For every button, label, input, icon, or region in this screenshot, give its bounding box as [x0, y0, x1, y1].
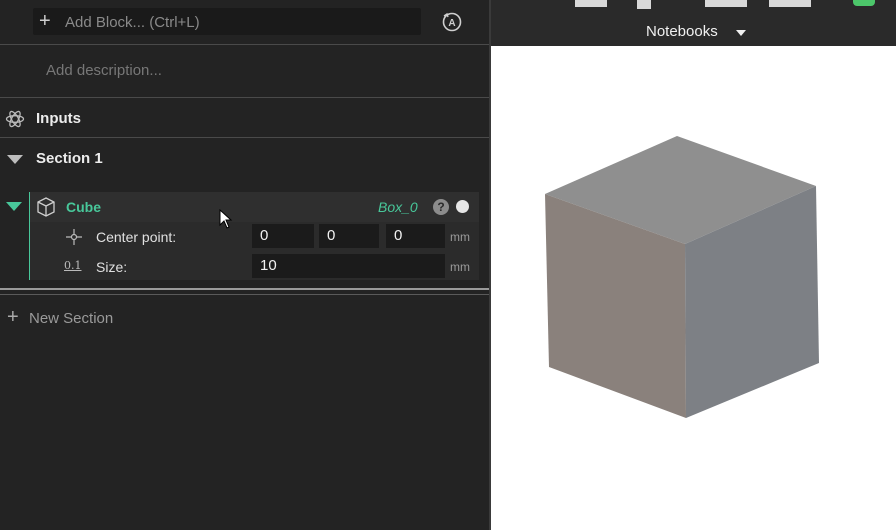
section-separator: [0, 288, 489, 290]
center-y-input[interactable]: 0: [319, 224, 379, 248]
cube-icon: [37, 197, 55, 217]
block-header[interactable]: Cube Box_0 ?: [30, 192, 479, 222]
collapse-triangle-icon[interactable]: [7, 155, 23, 164]
chevron-down-icon[interactable]: [736, 30, 746, 36]
section-header[interactable]: Section 1: [0, 146, 489, 174]
block-variable-name[interactable]: Box_0: [378, 199, 418, 215]
plus-icon: +: [39, 10, 51, 32]
block-title: Cube: [66, 199, 101, 215]
svg-text:A: A: [448, 18, 455, 29]
param-row-size: 0.1 Size: 10 mm: [30, 252, 479, 282]
unit-label: mm: [450, 260, 470, 274]
help-icon[interactable]: ?: [433, 199, 449, 215]
check-icon[interactable]: [853, 0, 875, 6]
center-z-input[interactable]: 0: [386, 224, 445, 248]
add-block-input[interactable]: + Add Block... (Ctrl+L): [33, 8, 421, 35]
plus-icon: +: [7, 306, 19, 328]
viewer-toolbar: Notebooks: [491, 0, 896, 46]
size-input[interactable]: 10: [252, 254, 445, 278]
divider: [0, 97, 489, 98]
auto-assist-icon[interactable]: A: [441, 11, 463, 33]
add-block-placeholder: Add Block... (Ctrl+L): [65, 14, 200, 31]
block-collapse-triangle-icon[interactable]: [6, 202, 22, 211]
param-row-center-point: Center point: 0 0 0 mm: [30, 222, 479, 252]
notebooks-dropdown[interactable]: Notebooks: [646, 23, 718, 40]
center-point-label: Center point:: [96, 229, 177, 245]
divider: [0, 44, 489, 45]
cube-3d-view[interactable]: [491, 46, 896, 530]
toolbar-icon[interactable]: [637, 0, 651, 9]
cube-block: Cube Box_0 ? Center point: 0 0 0 mm 0.1 …: [30, 192, 479, 280]
description-field[interactable]: Add description...: [46, 62, 162, 79]
mouse-cursor-icon: [219, 209, 233, 229]
unit-label: mm: [450, 230, 470, 244]
center-point-icon: [66, 229, 82, 245]
inputs-label: Inputs: [36, 110, 81, 127]
toolbar-icon[interactable]: [769, 0, 811, 7]
toolbar-icon[interactable]: [575, 0, 607, 7]
new-section-label: New Section: [29, 310, 114, 327]
divider: [0, 137, 489, 138]
size-label: Size:: [96, 259, 128, 275]
viewer-panel[interactable]: Notebooks: [491, 0, 896, 530]
section-separator-thin: [0, 294, 489, 295]
atom-icon: [5, 110, 25, 128]
visibility-dot-icon[interactable]: [456, 200, 469, 213]
editor-panel: + Add Block... (Ctrl+L) A Add descriptio…: [0, 0, 489, 530]
center-x-input[interactable]: 0: [252, 224, 314, 248]
number-icon: 0.1: [64, 259, 82, 272]
toolbar-icon[interactable]: [705, 0, 747, 7]
inputs-header[interactable]: Inputs: [0, 104, 489, 136]
section-title: Section 1: [36, 150, 103, 167]
